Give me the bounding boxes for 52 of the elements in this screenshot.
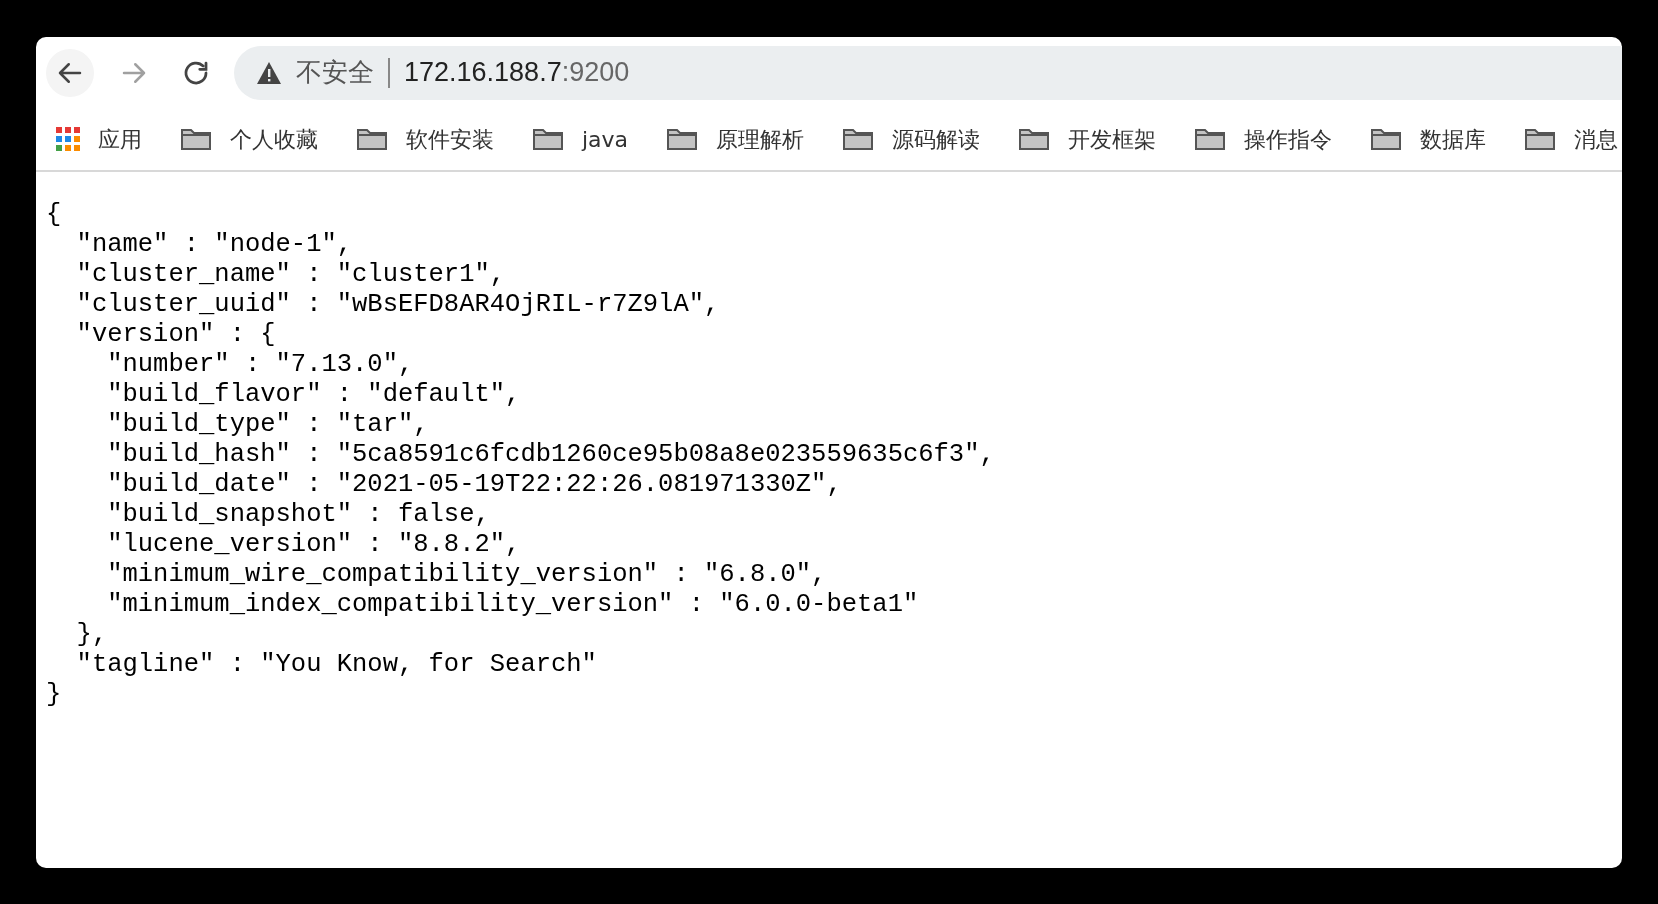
code-line: "cluster_name" : "cluster1", [75,260,507,290]
code-line: { [46,200,63,230]
folder-icon [1524,127,1557,151]
folder-icon [666,127,699,151]
bookmark-link[interactable]: 数据库 [1370,122,1487,156]
code-line: "build_type" : "tar", [106,410,430,440]
code-line: "build_snapshot" : false, [106,500,491,530]
code-line: "tagline" : "You Know, for Search" [75,650,598,680]
url-host: 172.16.188.7 [404,56,562,90]
url-port: :9200 [561,56,630,90]
address-bar[interactable]: 不安全 172.16.188.7:9200 [234,45,1622,100]
warning-icon [256,60,282,85]
bookmark-label: java [582,125,629,154]
folder-icon [1194,127,1227,151]
bookmark-link[interactable]: 消息 [1524,122,1619,156]
bookmark-link[interactable]: 源码解读 [842,122,981,156]
folder-icon [180,127,212,151]
folder-icon [532,127,564,151]
code-line: }, [75,620,109,650]
security-label: 不安全 [296,56,374,89]
bookmark-label: 开发框架 [1068,125,1157,154]
code-line: "minimum_index_compatibility_version" : "6.0.0-beta1" [106,590,920,620]
code-line: "build_date" : "2021-05-19T22:22:26.081971330Z", [106,470,843,500]
bookmark-link[interactable]: 个人收藏 [180,122,318,156]
code-line: "number" : "7.13.0", [106,350,415,380]
bookmark-label: 应用 [98,125,142,154]
bookmark-label: 消息 [1574,125,1619,154]
code-line: } [46,680,63,710]
bookmark-label: 数据库 [1420,125,1487,154]
folder-icon [356,127,388,151]
bookmark-label: 个人收藏 [230,125,318,154]
code-line: "lucene_version" : "8.8.2", [106,530,522,560]
bookmark-label: 原理解析 [716,125,805,154]
bookmark-label: 源码解读 [892,125,981,154]
code-line: "build_hash" : "5ca8591c6fcdb1260ce95b08a8e023559635c6f3", [106,440,996,470]
code-line: "minimum_wire_compatibility_version" : "6.8.0", [106,560,828,590]
folder-icon [1018,127,1051,151]
apps-grid-icon [56,127,80,151]
code-line: "name" : "node-1", [75,230,354,260]
bookmark-label: 操作指令 [1244,125,1333,154]
code-line: "cluster_uuid" : "wBsEFD8AR4OjRIL-r7Z9lA", [75,290,721,320]
folder-icon [842,127,875,151]
bookmark-label: 软件安装 [406,125,494,154]
bookmark-link[interactable]: 操作指令 [1194,122,1333,156]
bookmark-link[interactable]: 应用 [56,122,142,156]
bookmark-link[interactable]: 原理解析 [666,122,805,156]
folder-icon [1370,127,1403,151]
bookmark-link[interactable]: 开发框架 [1018,122,1157,156]
code-line: "version" : { [75,320,277,350]
code-line: "build_flavor" : "default", [106,380,522,410]
bookmark-link[interactable]: java [532,122,629,156]
bookmark-link[interactable]: 软件安装 [356,122,494,156]
